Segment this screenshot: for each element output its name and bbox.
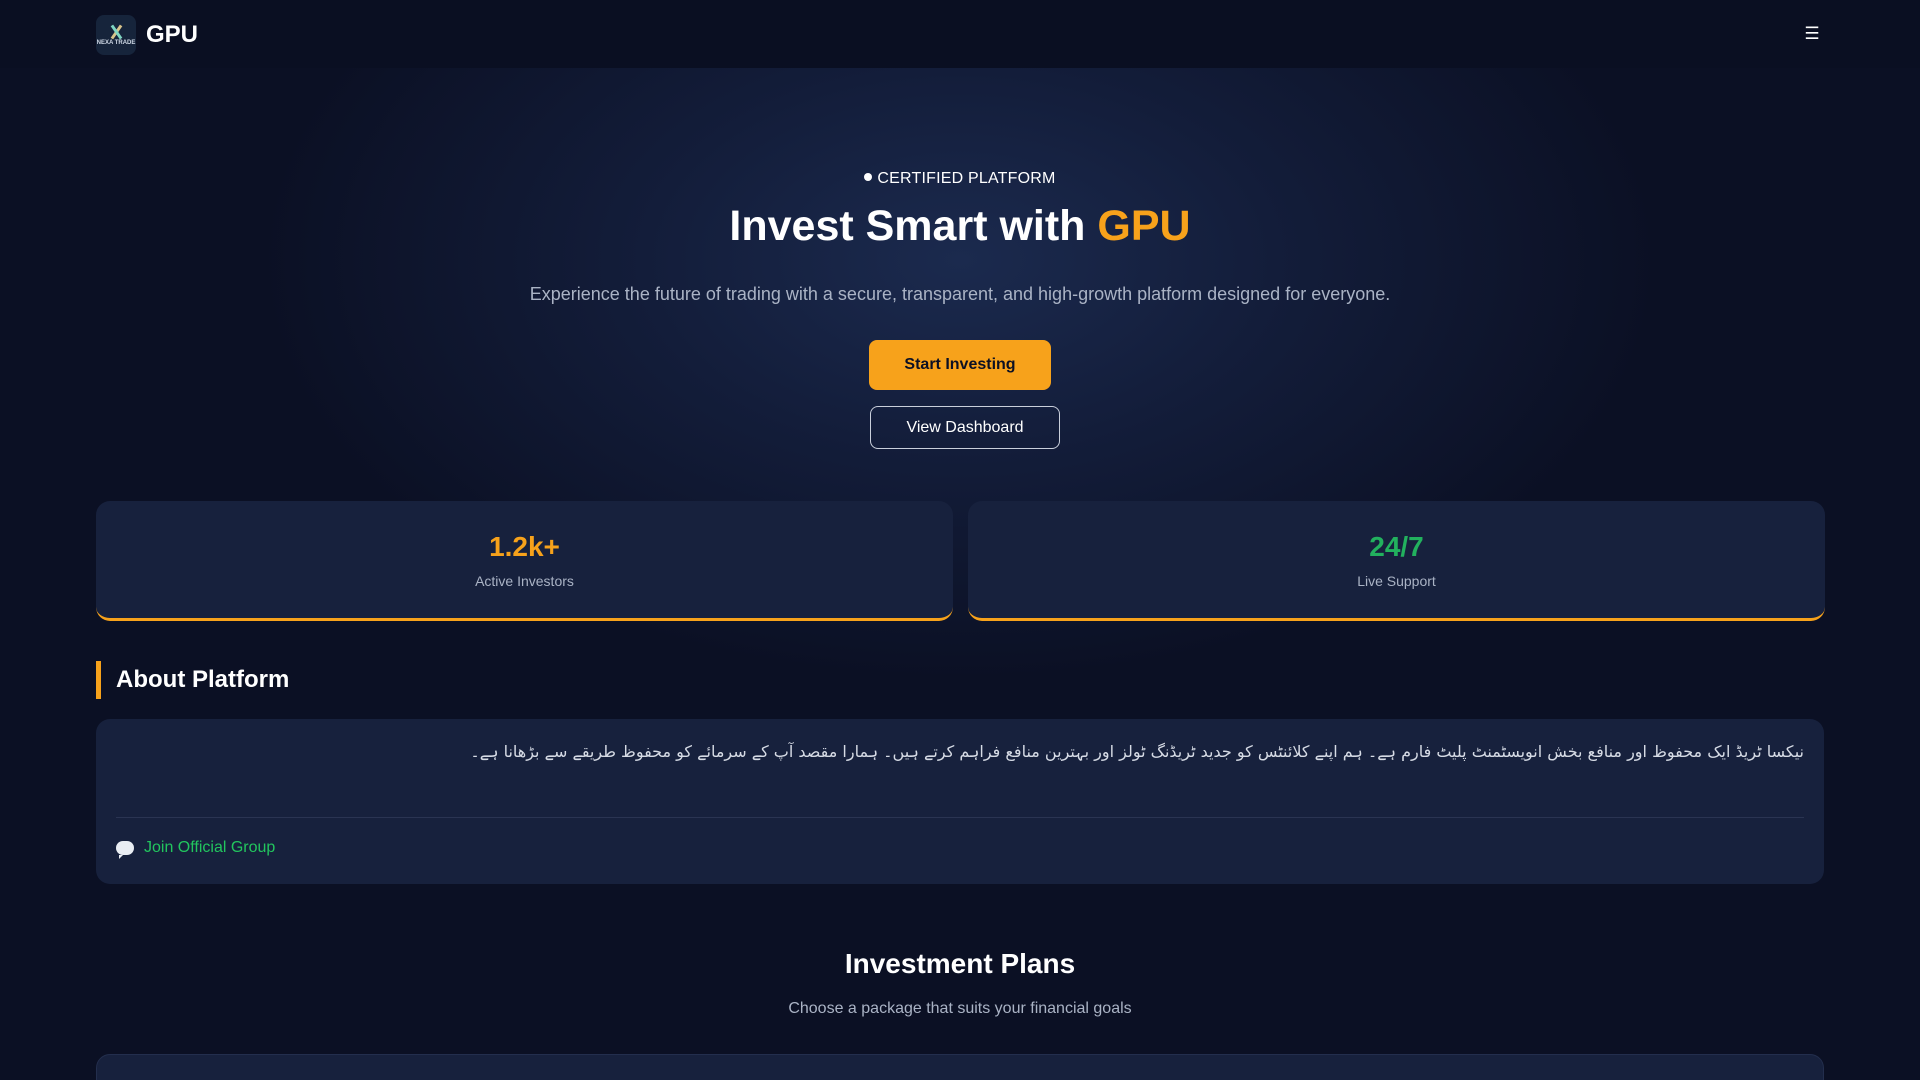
plans-title: Investment Plans: [844, 948, 1076, 979]
about-description: نیکسا ٹریڈ ایک محفوظ اور منافع بخش انویس…: [470, 742, 1804, 761]
stat-value: 1.2k+: [489, 531, 560, 562]
certified-badge: CERTIFIED PLATFORM: [0, 170, 1920, 188]
chat-bubble-icon: [116, 841, 134, 859]
hamburger-menu-icon[interactable]: ☰: [1800, 22, 1824, 46]
hero-subtitle: Experience the future of trading with a …: [529, 284, 1391, 304]
brand-name: GPU: [146, 21, 199, 48]
stat-card-investors: 1.2k+ Active Investors: [96, 501, 953, 621]
plans-subtitle: Choose a package that suits your financi…: [788, 1000, 1132, 1017]
stat-label: Live Support: [1357, 573, 1436, 589]
join-official-group-link[interactable]: Join Official Group: [116, 839, 276, 859]
about-section-heading: About Platform: [96, 661, 289, 699]
logo-text: NEXA TRADE: [96, 39, 136, 46]
join-link-label: Join Official Group: [144, 839, 276, 856]
stat-card-support: 24/7 Live Support: [968, 501, 1825, 621]
hero-title: Invest Smart with GPU: [0, 202, 1920, 251]
plan-card[interactable]: [96, 1054, 1824, 1080]
top-navbar: NEXA TRADE GPU ☰: [0, 0, 1920, 68]
stat-label: Active Investors: [475, 573, 574, 589]
hero-title-accent: GPU: [1097, 202, 1191, 250]
hero-title-prefix: Invest Smart with: [729, 202, 1098, 250]
badge-text: CERTIFIED PLATFORM: [877, 170, 1056, 187]
start-investing-button[interactable]: Start Investing: [869, 340, 1051, 390]
divider: [116, 817, 1804, 818]
about-heading: About Platform: [116, 666, 290, 693]
brand-logo: NEXA TRADE: [96, 15, 136, 55]
view-dashboard-button[interactable]: View Dashboard: [870, 406, 1060, 449]
stat-value: 24/7: [1369, 531, 1424, 562]
page: NEXA TRADE GPU ☰ CERTIFIED PLATFORM Inve…: [0, 0, 1920, 1080]
about-card: نیکسا ٹریڈ ایک محفوظ اور منافع بخش انویس…: [96, 719, 1824, 884]
badge-dot-icon: [864, 173, 873, 181]
logo-crossed-swords-icon: [106, 24, 126, 38]
brand[interactable]: NEXA TRADE GPU: [96, 15, 198, 55]
